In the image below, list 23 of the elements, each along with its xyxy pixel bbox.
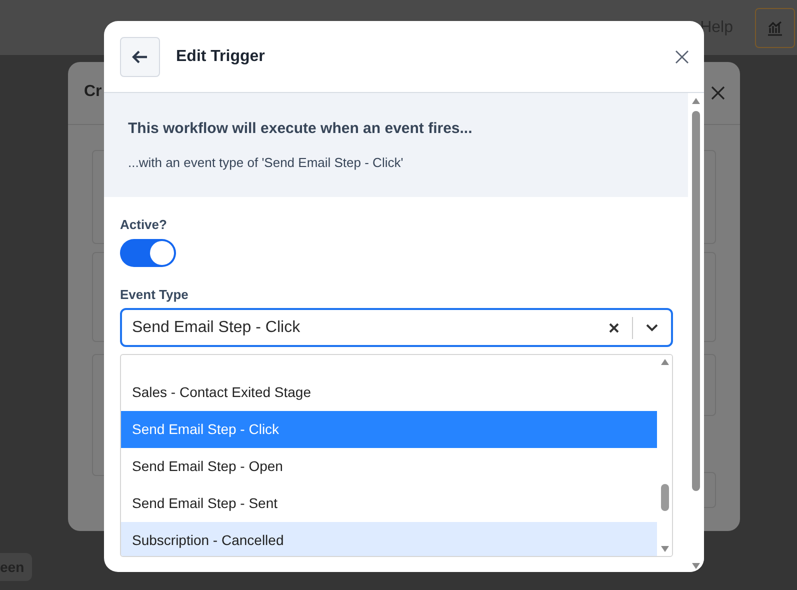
- back-button[interactable]: [120, 36, 160, 76]
- dropdown-option[interactable]: Subscription - Cancelled: [121, 522, 657, 556]
- info-detail: ...with an event type of 'Send Email Step - Click': [128, 155, 404, 170]
- scroll-up-icon[interactable]: [660, 358, 670, 366]
- close-icon[interactable]: [710, 85, 726, 101]
- scroll-up-icon[interactable]: [691, 97, 701, 105]
- event-type-select[interactable]: Send Email Step - Click: [120, 308, 673, 347]
- back-arrow-icon: [132, 50, 148, 64]
- clear-icon[interactable]: [608, 322, 620, 334]
- close-icon[interactable]: [675, 50, 689, 64]
- field-label: Active?: [120, 217, 168, 232]
- chart-button[interactable]: [755, 8, 795, 48]
- chart-icon: [766, 18, 784, 36]
- dropdown-option[interactable]: Send Email Step - Click: [121, 411, 657, 448]
- info-heading: This workflow will execute when an event fires...: [128, 120, 474, 137]
- active-toggle[interactable]: [120, 239, 176, 267]
- scroll-down-icon[interactable]: [691, 562, 701, 570]
- chevron-down-icon[interactable]: [645, 322, 659, 332]
- field-label: Event Type: [120, 287, 190, 302]
- scrollbar-thumb[interactable]: [692, 111, 700, 491]
- dialog-title: Cr: [84, 83, 102, 101]
- dialog-title: Edit Trigger: [176, 48, 266, 66]
- scrollbar-thumb[interactable]: [660, 484, 668, 511]
